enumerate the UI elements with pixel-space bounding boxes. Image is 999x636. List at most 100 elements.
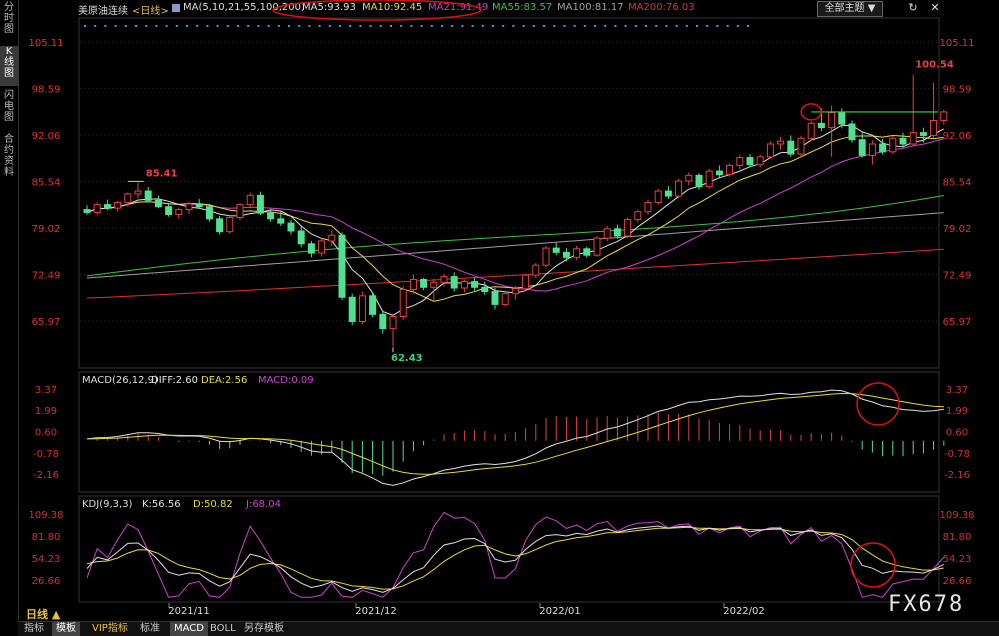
candle-body [583,248,591,256]
signal-dot [726,25,729,27]
candle-body [777,140,785,145]
signal-dot [583,25,586,27]
candle-body [409,278,417,290]
signal-dot [410,25,413,27]
kdj-tick-left: 81.80 [32,532,61,543]
signal-dot [685,25,688,27]
signal-dot [634,25,637,27]
candle-body [165,206,173,216]
macd-value-0: DIFF:2.60 [151,375,198,386]
candle-body [736,157,744,166]
ma10-line [86,134,944,302]
candle-body [634,211,642,221]
period-selector[interactable]: 日线 ▲ [26,606,60,622]
candle-body [348,296,356,322]
candle-body [501,293,509,305]
candle-body [399,288,407,318]
signal-dot [461,25,464,27]
candle-body [307,243,315,254]
signal-dot [624,25,627,27]
ma55-line [86,195,944,277]
tab-save-template[interactable]: 另存模板 [240,622,288,636]
candle-body [542,247,550,266]
candle-body [124,193,132,203]
candle-body [297,230,305,245]
candle-body [705,170,713,188]
label-low: 62.43 [391,353,423,364]
candle-body [338,234,346,298]
candle-body [256,194,264,214]
candle-body [440,276,448,283]
candle-body [114,201,122,209]
candle-body [685,174,693,182]
candle-body [460,281,468,289]
signal-dot [267,25,270,27]
kdj-value-0: K:56.56 [142,499,181,510]
signal-dot [451,25,454,27]
signal-dot [349,25,352,27]
signal-dot [124,25,127,27]
tab-boll[interactable]: BOLL [206,622,240,636]
signal-dot [481,25,484,27]
signal-dot [420,25,423,27]
candle-body [593,237,601,256]
candle-body [715,170,723,176]
price-tick-left: 98.59 [32,84,61,95]
tab-macd[interactable]: MACD [170,622,208,636]
signal-dot [206,25,209,27]
candle-body [644,201,652,213]
kdj-tick-left: 54.23 [32,554,61,565]
annotation-circle-kdj [850,542,896,588]
signal-dot [430,25,433,27]
macd-tick-left: -0.78 [33,449,59,460]
candle-body [899,137,907,145]
signal-dot [226,25,229,27]
candle-body [277,218,285,224]
candle-body [216,218,224,233]
tab-vip-indicators[interactable]: VIP指标 [88,622,132,636]
candle-body [328,234,336,242]
watermark-logo: FX678 [888,592,965,617]
candle-body [624,219,632,237]
signal-dot [165,25,168,27]
kdj-k-line [86,525,945,593]
tab-standard[interactable]: 标准 [136,622,164,636]
candle-body [185,203,193,211]
candle-body [603,228,611,239]
candle-body [817,122,825,129]
signal-dot [594,25,596,27]
price-tick-left: 72.49 [32,271,61,282]
candle-body [175,209,183,216]
kdj-d-line [86,526,944,590]
candle-body [532,264,540,276]
signal-dot [247,25,250,27]
candle-body [379,313,387,330]
x-axis-label-0: 2021/11 [168,606,210,617]
candle-body [226,216,234,233]
ma100-line [86,212,944,279]
candle-body [267,212,275,220]
price-tick-right: 72.49 [943,271,972,282]
candle-body [154,199,162,208]
signal-dot [318,25,321,27]
signal-dot [645,25,647,27]
signal-dot [441,25,443,27]
price-tick-left: 92.06 [32,131,61,142]
tab-indicators[interactable]: 指标 [20,622,48,636]
tab-template[interactable]: 模板 [52,622,80,636]
candle-body [695,174,703,188]
signal-dot [359,25,362,27]
candle-body [766,143,774,158]
macd-tick-left: 3.37 [35,385,57,396]
kline-chart[interactable]: 105.11 105.11 98.59 98.59 92.06 92.06 85.54 85.… [0,0,999,635]
candle-body [654,190,662,203]
macd-tick-right: 3.37 [946,385,968,396]
candle-body [930,119,938,136]
signal-dot [155,25,158,27]
candle-body [726,164,734,176]
candle-body [134,190,142,195]
signal-dot [604,25,607,27]
candle-body [573,248,581,258]
price-tick-right: 92.06 [943,131,972,142]
kdj-tick-right: 54.23 [943,554,972,565]
